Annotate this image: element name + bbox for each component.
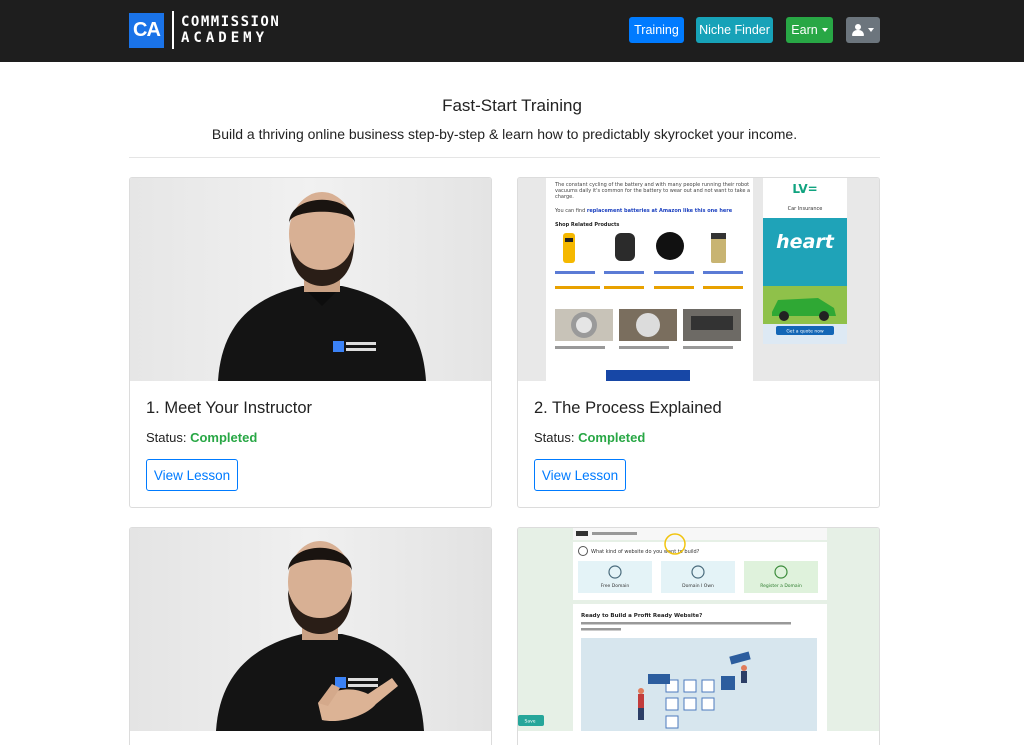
ad-brand: LV= xyxy=(792,182,817,196)
caret-down-icon xyxy=(821,28,828,32)
website-builder-screenshot-still: What kind of website do you want to buil… xyxy=(518,528,879,731)
process-screenshot-still: The constant cycling of the battery and … xyxy=(518,178,879,381)
lesson-card-1: 1. Meet Your Instructor Status: Complete… xyxy=(129,177,492,508)
earn-label: Earn xyxy=(791,23,818,37)
lesson-status: Status: Completed xyxy=(146,430,257,445)
thumb-option-1: Free Domain xyxy=(601,583,630,589)
logo-line-1: COMMISSION xyxy=(181,14,281,30)
lesson-thumbnail-instructor[interactable] xyxy=(130,178,491,381)
instructor-video-still xyxy=(130,178,491,381)
ad-heart-text: heart xyxy=(776,231,835,253)
caret-down-icon xyxy=(868,28,874,32)
commission-academy-logo[interactable]: CA COMMISSION ACADEMY xyxy=(129,11,280,49)
user-menu-button[interactable] xyxy=(846,17,880,43)
niche-finder-button[interactable]: Niche Finder xyxy=(696,17,773,43)
header-divider xyxy=(129,157,880,158)
lesson-status: Status: Completed xyxy=(534,430,645,445)
page-subtitle: Build a thriving online business step-by… xyxy=(211,126,798,142)
svg-text:vacuums daily it's common for: vacuums daily it's common for the batter… xyxy=(555,188,750,194)
view-lesson-button[interactable]: View Lesson xyxy=(534,459,626,491)
thumb-link: replacement batteries at Amazon like thi… xyxy=(587,208,733,214)
view-lesson-button[interactable]: View Lesson xyxy=(146,459,238,491)
logo-mark: CA xyxy=(129,12,164,48)
lesson-title: 1. Meet Your Instructor xyxy=(146,399,313,417)
status-value: Completed xyxy=(578,430,646,445)
svg-text:You can find replacement batte: You can find replacement batteries at Am… xyxy=(554,208,733,214)
top-navbar: CA COMMISSION ACADEMY Training Niche Fin… xyxy=(0,0,1024,62)
ad-title: Car Insurance xyxy=(788,206,823,212)
lesson-card-4: What kind of website do you want to buil… xyxy=(517,527,880,745)
user-icon xyxy=(852,24,864,36)
thumb-option-3: Register a Domain xyxy=(760,583,802,589)
thumb-link-prefix: You can find xyxy=(554,208,587,214)
svg-text:charge.: charge. xyxy=(555,194,574,200)
thumb-shop-heading: Shop Related Products xyxy=(555,222,619,228)
lesson-thumbnail-process[interactable]: The constant cycling of the battery and … xyxy=(518,178,879,381)
earn-dropdown-button[interactable]: Earn xyxy=(786,17,833,43)
ad-cta: Get a quote now xyxy=(786,329,824,335)
thumb-option-2: Domain I Own xyxy=(682,583,714,589)
instructor-video-still-2 xyxy=(130,528,491,731)
lesson-title: 2. The Process Explained xyxy=(534,399,722,417)
lesson-thumbnail-website-builder[interactable]: What kind of website do you want to buil… xyxy=(518,528,879,731)
training-button[interactable]: Training xyxy=(629,17,684,43)
status-label: Status: xyxy=(534,430,575,445)
logo-divider xyxy=(172,11,174,49)
lesson-card-3 xyxy=(129,527,492,745)
page-title: Fast-Start Training xyxy=(442,96,582,115)
status-value: Completed xyxy=(190,430,258,445)
lesson-thumbnail-instructor-2[interactable] xyxy=(130,528,491,731)
thumb-heading: Ready to Build a Profit Ready Website? xyxy=(581,613,702,619)
thumb-save: Save xyxy=(524,719,535,725)
logo-line-2: ACADEMY xyxy=(181,30,269,46)
status-label: Status: xyxy=(146,430,187,445)
lesson-card-2: The constant cycling of the battery and … xyxy=(517,177,880,508)
logo-wordmark: COMMISSION ACADEMY xyxy=(181,14,280,46)
